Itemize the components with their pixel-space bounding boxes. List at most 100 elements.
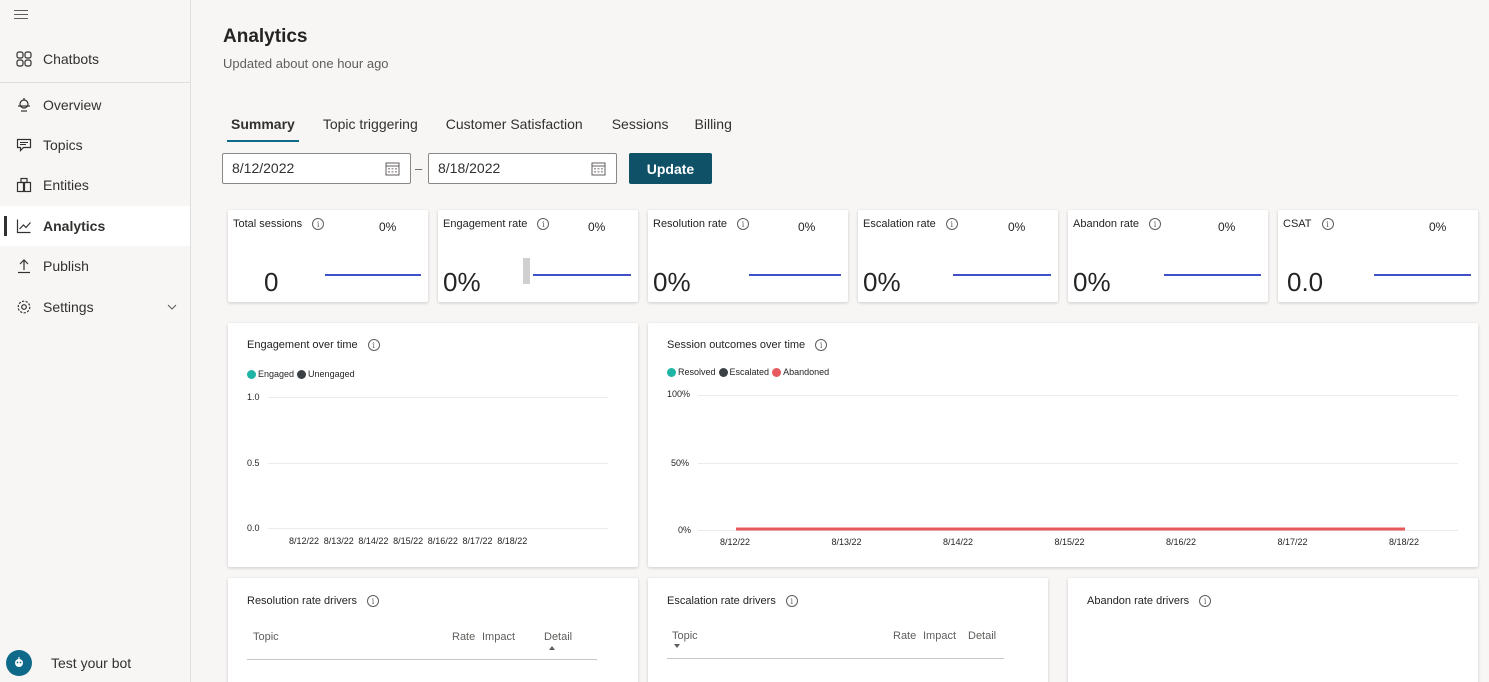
legend-label: Unengaged [308, 369, 355, 379]
kpi-title-text: Total sessions [233, 218, 303, 230]
column-header-rate[interactable]: Rate [452, 631, 475, 643]
column-header-detail[interactable]: Detail [544, 631, 572, 643]
kpi-card-abandon-rate[interactable]: Abandon rate i 0% 0% [1068, 210, 1268, 302]
x-tick-label: 8/14/22 [943, 537, 974, 547]
column-header-impact[interactable]: Impact [923, 630, 956, 642]
legend-dot [297, 369, 307, 379]
tab-billing[interactable]: Billing [695, 116, 732, 142]
info-icon[interactable]: i [367, 595, 380, 607]
calendar-icon[interactable] [591, 161, 606, 179]
info-icon[interactable]: i [1321, 218, 1334, 230]
update-button[interactable]: Update [629, 153, 712, 184]
sparkline-bar [523, 258, 530, 284]
kpi-title: Resolution rate i [653, 218, 749, 230]
card-title: Abandon rate drivers i [1087, 595, 1212, 607]
info-icon[interactable]: i [1149, 218, 1162, 230]
card-title-text: Escalation rate drivers [667, 595, 776, 607]
hamburger-menu-icon[interactable] [14, 10, 28, 20]
x-tick-label: 8/13/22 [323, 536, 354, 546]
x-tick-label: 8/16/22 [427, 536, 458, 546]
kpi-value: 0% [443, 267, 481, 297]
sort-descending-icon[interactable] [674, 644, 680, 648]
kpi-change: 0% [1008, 220, 1026, 234]
column-header-topic[interactable]: Topic [253, 631, 279, 643]
column-header-rate[interactable]: Rate [893, 630, 916, 642]
tab-summary[interactable]: Summary [227, 116, 299, 142]
kpi-change: 0% [1218, 220, 1236, 234]
kpi-card-escalation-rate[interactable]: Escalation rate i 0% 0% [858, 210, 1058, 302]
kpi-value: 0 [264, 267, 279, 297]
y-tick-label: 1.0 [247, 392, 260, 402]
entity-icon [16, 177, 32, 193]
tab-customer-satisfaction[interactable]: Customer Satisfaction [446, 116, 583, 142]
sidebar-item-topics[interactable]: Topics [0, 125, 190, 165]
kpi-card-csat[interactable]: CSAT i 0% 0.0 [1278, 210, 1478, 302]
x-tick-label: 8/18/22 [497, 536, 528, 546]
kpi-value: 0.0 [1287, 267, 1324, 297]
sidebar-divider [0, 82, 190, 83]
kpi-card-total-sessions[interactable]: Total sessions i 0% 0 [228, 210, 428, 302]
sidebar-item-entities[interactable]: Entities [0, 165, 190, 205]
escalation-drivers-card: Escalation rate drivers i Topic Rate Impa… [648, 578, 1048, 682]
kpi-title-text: Abandon rate [1073, 218, 1140, 230]
card-title: Escalation rate drivers i [667, 595, 798, 607]
gridline [268, 397, 608, 398]
x-tick-label: 8/15/22 [1054, 537, 1085, 547]
column-header-detail[interactable]: Detail [968, 630, 996, 642]
sidebar-item-analytics[interactable]: Analytics [0, 206, 190, 246]
kpi-change: 0% [1429, 220, 1447, 234]
sparkline [533, 274, 631, 276]
sidebar-item-settings[interactable]: Settings [0, 287, 190, 327]
sidebar-item-label: Overview [43, 97, 102, 113]
kpi-title-text: CSAT [1283, 218, 1312, 230]
resolution-drivers-card: Resolution rate drivers i Topic Rate Impa… [228, 578, 638, 682]
tab-topic-triggering[interactable]: Topic triggering [323, 116, 418, 142]
gridline [268, 463, 608, 464]
sidebar: Chatbots Overview Topics Entities Analyt… [0, 0, 191, 682]
info-icon[interactable]: i [737, 218, 749, 230]
table-header-divider [247, 659, 597, 660]
info-icon[interactable]: i [312, 218, 325, 230]
bot-icon [16, 97, 32, 113]
kpi-value: 0% [1073, 267, 1111, 297]
y-tick-label: 0.0 [247, 523, 260, 533]
end-date-value: 8/18/2022 [438, 160, 501, 176]
x-tick-label: 8/18/22 [1389, 537, 1420, 547]
info-icon[interactable]: i [945, 218, 958, 230]
sidebar-item-label: Entities [43, 177, 89, 193]
sidebar-item-publish[interactable]: Publish [0, 246, 190, 286]
kpi-title: Abandon rate i [1073, 218, 1162, 230]
legend-label: Engaged [258, 369, 295, 379]
tab-sessions[interactable]: Sessions [612, 116, 669, 142]
gridline [268, 528, 608, 529]
chart-line-icon [16, 218, 32, 234]
session-outcomes-chart-card: Session outcomes over time i Resolved Esc… [648, 323, 1478, 567]
x-tick-label: 8/15/22 [393, 536, 424, 546]
info-icon[interactable]: i [785, 595, 798, 607]
legend-item-engaged[interactable]: Engaged [247, 369, 294, 379]
test-bot-button[interactable]: Test your bot [6, 650, 131, 676]
bot-avatar-icon [6, 650, 32, 676]
apps-grid-icon [16, 51, 32, 67]
end-date-input[interactable]: 8/18/2022 [428, 153, 617, 184]
info-icon[interactable]: i [537, 218, 550, 230]
kpi-title-text: Resolution rate [653, 218, 727, 230]
kpi-card-engagement-rate[interactable]: Engagement rate i 0% 0% [438, 210, 638, 302]
column-header-impact[interactable]: Impact [482, 631, 515, 643]
y-tick-label: 0.5 [247, 458, 260, 468]
kpi-card-resolution-rate[interactable]: Resolution rate i 0% 0% [648, 210, 848, 302]
info-icon[interactable]: i [367, 339, 380, 351]
sidebar-item-label: Publish [43, 258, 89, 274]
upload-icon [16, 258, 32, 274]
card-title-text: Abandon rate drivers [1087, 595, 1190, 607]
column-header-topic[interactable]: Topic [672, 630, 698, 642]
calendar-icon[interactable] [385, 161, 400, 179]
chevron-down-icon[interactable] [166, 300, 178, 316]
sort-ascending-icon[interactable] [549, 646, 555, 650]
legend-item-unengaged[interactable]: Unengaged [297, 369, 355, 379]
start-date-input[interactable]: 8/12/2022 [222, 153, 411, 184]
sidebar-item-chatbots[interactable]: Chatbots [0, 39, 190, 79]
sidebar-item-overview[interactable]: Overview [0, 85, 190, 125]
info-icon[interactable]: i [1199, 595, 1212, 607]
kpi-change: 0% [379, 220, 397, 234]
